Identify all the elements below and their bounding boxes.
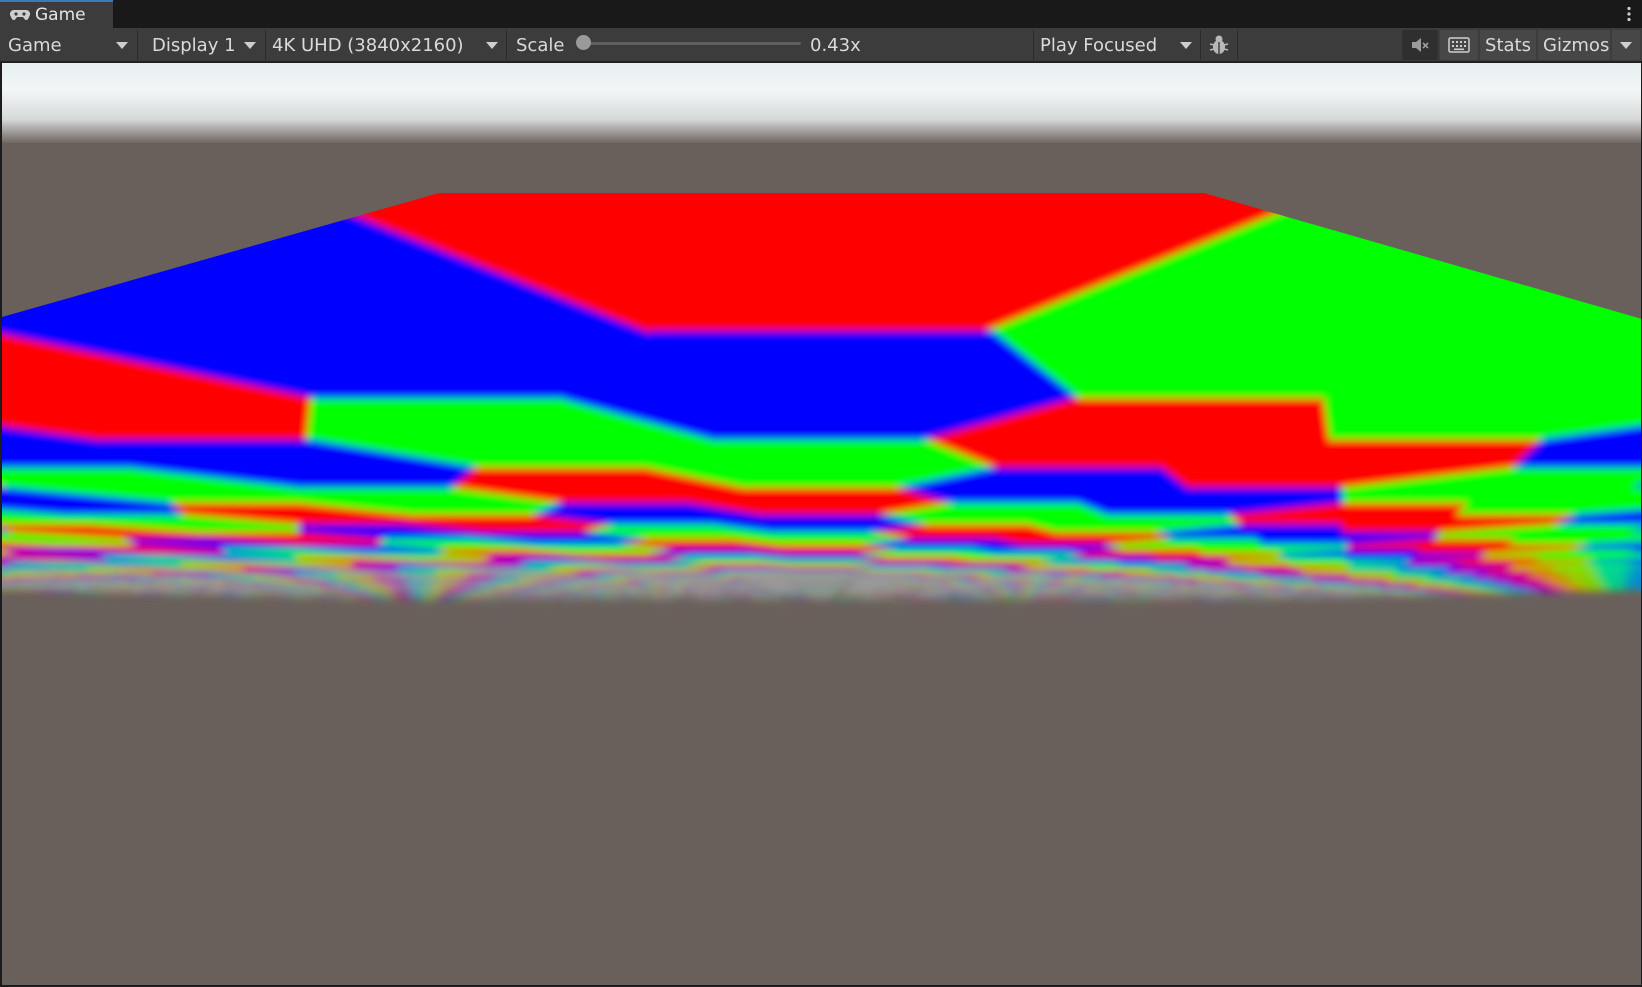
- stats-button[interactable]: Stats: [1480, 30, 1536, 60]
- more-options-icon[interactable]: [1616, 0, 1642, 28]
- chevron-down-icon: [486, 42, 498, 49]
- scale-label: Scale: [516, 34, 565, 56]
- keyboard-shortcuts-icon[interactable]: [1440, 30, 1478, 60]
- game-view-toolbar: Game Display 1 4K UHD (3840x2160) Scale …: [0, 28, 1642, 62]
- window-tab-bar: Game: [0, 0, 1642, 28]
- mute-audio-icon[interactable]: [1402, 30, 1438, 60]
- chevron-down-icon: [244, 42, 256, 49]
- display-label: Display 1: [152, 34, 236, 56]
- gizmos-button[interactable]: Gizmos: [1538, 30, 1610, 60]
- view-mode-dropdown[interactable]: Game: [4, 30, 134, 60]
- game-viewport[interactable]: [2, 63, 1642, 985]
- play-mode-label: Play Focused: [1040, 34, 1158, 56]
- scale-value: 0.43x: [810, 34, 861, 56]
- sky-horizon: [2, 63, 1642, 143]
- scale-slider-track[interactable]: [583, 42, 801, 45]
- resolution-label: 4K UHD (3840x2160): [272, 34, 464, 56]
- chevron-down-icon: [1180, 42, 1192, 49]
- gizmos-menu-chevron[interactable]: [1612, 30, 1640, 60]
- view-mode-label: Game: [8, 34, 62, 56]
- gamepad-icon: [9, 6, 31, 25]
- scene-render: [2, 63, 1642, 985]
- tab-game[interactable]: Game: [0, 0, 113, 28]
- tab-label: Game: [35, 5, 86, 25]
- resolution-dropdown[interactable]: 4K UHD (3840x2160): [268, 30, 504, 60]
- chevron-down-icon: [1620, 41, 1632, 49]
- debug-bug-icon[interactable]: [1203, 30, 1235, 60]
- scale-slider-handle[interactable]: [576, 35, 591, 50]
- play-mode-dropdown[interactable]: Play Focused: [1036, 30, 1198, 60]
- display-dropdown[interactable]: Display 1: [142, 30, 262, 60]
- chevron-down-icon: [116, 42, 128, 49]
